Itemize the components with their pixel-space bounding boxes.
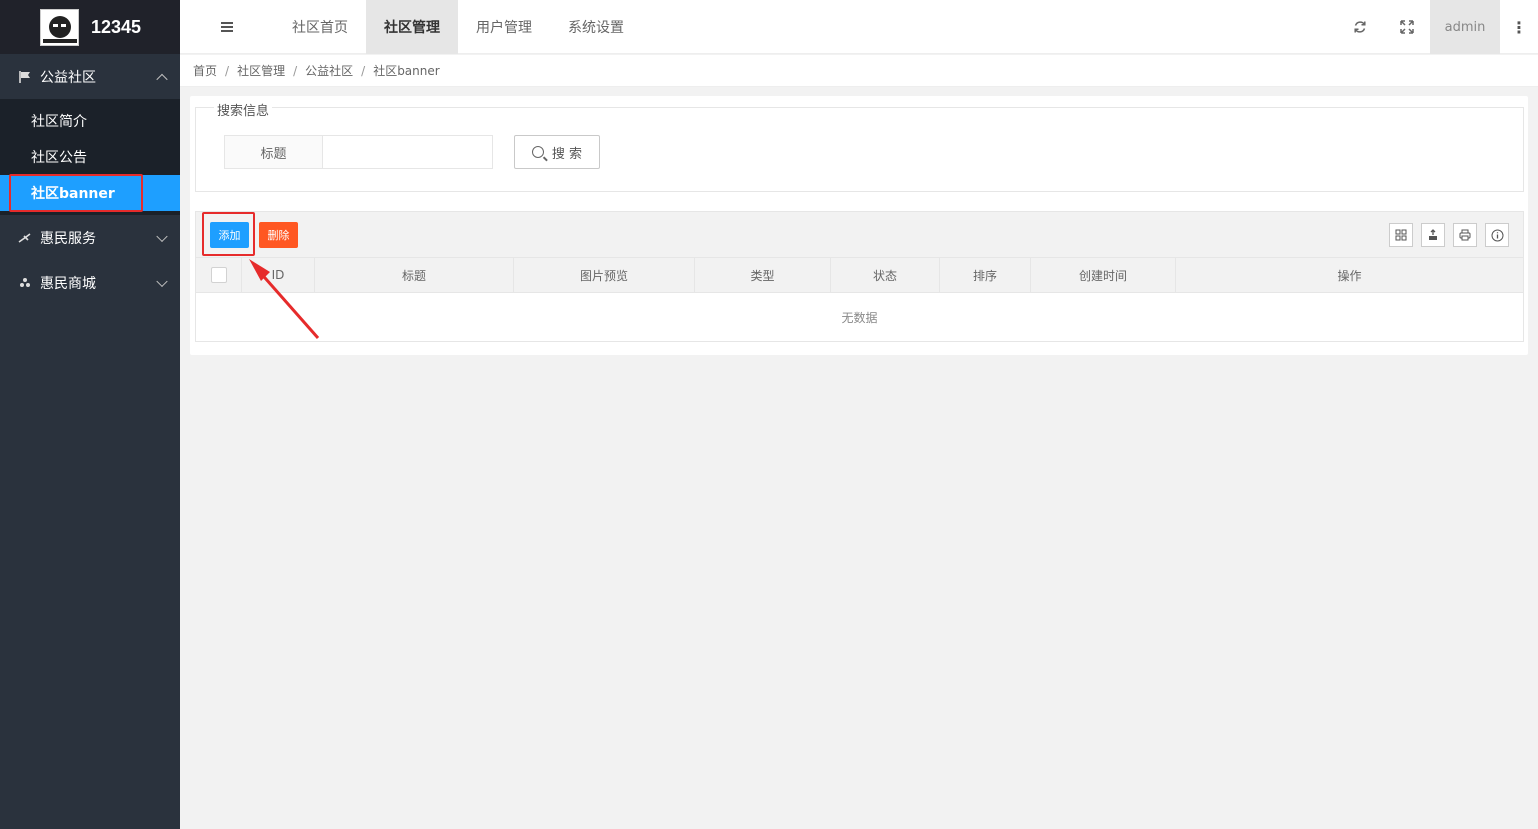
- tab-user-manage[interactable]: 用户管理: [458, 0, 550, 54]
- chevron-down-icon: [156, 275, 168, 287]
- search-fieldset: 搜索信息 标题 搜 索: [195, 100, 1524, 192]
- sidebar-group-services[interactable]: 惠民服务: [0, 215, 180, 260]
- top-header: 社区首页 社区管理 用户管理 系统设置 admin ⋮: [180, 0, 1538, 54]
- select-all-cell: [196, 258, 242, 292]
- annotation-highlight-box: [9, 174, 143, 212]
- flag-icon: [18, 70, 32, 83]
- columns-filter-icon[interactable]: [1389, 223, 1413, 247]
- table-toolbar: 添加 删除: [195, 211, 1524, 258]
- export-icon[interactable]: [1421, 223, 1445, 247]
- sidebar-group-label: 公益社区: [40, 69, 96, 86]
- column-header-status[interactable]: 状态: [831, 258, 940, 292]
- title-search-input[interactable]: [322, 135, 493, 169]
- print-icon[interactable]: [1453, 223, 1477, 247]
- sidebar-submenu: 社区简介 社区公告 社区banner: [0, 99, 180, 215]
- breadcrumb-current: 社区banner: [373, 64, 440, 78]
- column-header-title[interactable]: 标题: [315, 258, 514, 292]
- search-icon: [531, 146, 544, 158]
- username: admin: [1444, 19, 1486, 35]
- logo-area[interactable]: 12345: [0, 0, 180, 54]
- logo-text: 12345: [91, 16, 142, 37]
- select-all-checkbox[interactable]: [210, 267, 227, 283]
- breadcrumb: 首页 / 社区管理 / 公益社区 / 社区banner: [180, 55, 1538, 87]
- sidebar: 12345 公益社区 社区简介 社区公告 社区banner 惠民服务 惠民商城: [0, 0, 180, 829]
- tab-community-home[interactable]: 社区首页: [274, 0, 366, 54]
- search-legend: 搜索信息: [214, 100, 273, 119]
- column-header-created-time[interactable]: 创建时间: [1031, 258, 1176, 292]
- delete-button[interactable]: 删除: [259, 222, 298, 248]
- column-header-actions[interactable]: 操作: [1176, 258, 1523, 292]
- search-button-label: 搜 索: [551, 146, 583, 162]
- column-header-type[interactable]: 类型: [695, 258, 831, 292]
- sidebar-item-label: 社区公告: [31, 150, 87, 166]
- shop-icon: [18, 277, 32, 289]
- empty-text: 无数据: [841, 310, 878, 325]
- sidebar-group-public-community[interactable]: 公益社区: [0, 54, 180, 99]
- sidebar-group-mall[interactable]: 惠民商城: [0, 260, 180, 305]
- breadcrumb-home[interactable]: 首页: [193, 62, 217, 79]
- menu-toggle-icon[interactable]: [180, 0, 274, 53]
- more-options-icon[interactable]: ⋮: [1500, 0, 1538, 54]
- sidebar-group-label: 惠民商城: [40, 275, 96, 292]
- sidebar-group-label: 惠民服务: [40, 230, 96, 247]
- table-empty-row: 无数据: [196, 293, 1523, 341]
- sidebar-item-banner[interactable]: 社区banner: [0, 174, 180, 212]
- title-field-label: 标题: [224, 135, 323, 169]
- sidebar-item-notice[interactable]: 社区公告: [0, 139, 180, 175]
- fullscreen-icon[interactable]: [1383, 0, 1430, 54]
- tab-community-manage[interactable]: 社区管理: [366, 0, 458, 54]
- breadcrumb-public-community[interactable]: 公益社区: [305, 62, 353, 79]
- column-header-sort[interactable]: 排序: [940, 258, 1031, 292]
- sidebar-item-intro[interactable]: 社区简介: [0, 103, 180, 139]
- user-menu[interactable]: admin: [1430, 0, 1500, 54]
- tab-system-settings[interactable]: 系统设置: [550, 0, 642, 54]
- search-button[interactable]: 搜 索: [514, 135, 600, 169]
- data-table: ID 标题 图片预览 类型 状态 排序 创建时间 操作 无数据: [195, 257, 1524, 342]
- tool-icon: [18, 232, 32, 244]
- info-icon[interactable]: [1485, 223, 1509, 247]
- column-header-id[interactable]: ID: [242, 258, 315, 292]
- table-header: ID 标题 图片预览 类型 状态 排序 创建时间 操作: [196, 258, 1523, 293]
- refresh-icon[interactable]: [1336, 0, 1383, 54]
- logo-image: [40, 8, 79, 46]
- content-card: 搜索信息 标题 搜 索 添加 删除 ID 标题 图片预览 类型 状态 排序 创建…: [190, 96, 1528, 355]
- column-header-image-preview[interactable]: 图片预览: [514, 258, 695, 292]
- add-button[interactable]: 添加: [210, 222, 249, 248]
- chevron-up-icon: [156, 73, 168, 85]
- sidebar-item-label: 社区简介: [31, 114, 87, 130]
- breadcrumb-community-manage[interactable]: 社区管理: [237, 62, 285, 79]
- chevron-down-icon: [156, 230, 168, 242]
